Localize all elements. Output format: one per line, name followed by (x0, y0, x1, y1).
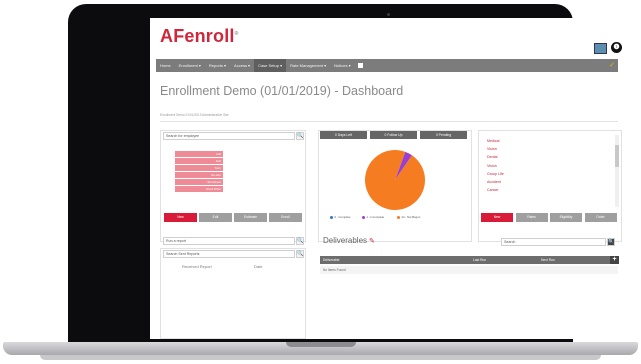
status-tab[interactable]: 0 Days Left (320, 131, 367, 139)
legend-swatch (397, 215, 400, 219)
product-eligibility-button[interactable]: Eligibility (550, 213, 582, 222)
deliverables-search-input[interactable]: Search (501, 238, 606, 246)
check-icon[interactable]: ✓ (609, 61, 615, 69)
legend-item: 24 - Not Begun (397, 215, 420, 219)
employee-enroll-button[interactable]: Enroll (269, 213, 302, 222)
search-sent-reports-button[interactable]: 🔍 (296, 250, 304, 258)
nav-item[interactable]: Case Setup ▾ (254, 59, 287, 72)
employee-action-bar[interactable]: Edit (175, 158, 223, 164)
product-order-button[interactable]: Order (584, 213, 617, 222)
scroll-thumb[interactable] (615, 145, 619, 167)
legend-label: 0 - Complete (334, 215, 351, 219)
employee-action-bar[interactable]: Enrollment (175, 179, 223, 185)
column-last-run: Last Run (470, 256, 538, 264)
laptop-shadow (40, 355, 601, 360)
nav-item[interactable]: Enrollment ▾ (175, 59, 205, 72)
employee-search-button[interactable]: 🔍 (296, 132, 304, 140)
column-date: Date (254, 264, 263, 269)
product-item[interactable]: Accident (487, 180, 501, 184)
presentation-icon[interactable] (594, 43, 607, 54)
laptop-lid: AFenroll® ❶ Home Enrollment ▾ Reports ▾ Acc… (68, 4, 628, 345)
product-item[interactable]: Vision (487, 164, 497, 168)
legend-swatch (362, 215, 365, 219)
divider (160, 121, 618, 122)
laptop-notch (286, 342, 356, 347)
employee-action-bar[interactable]: Re-Hire (175, 172, 223, 178)
screen: AFenroll® ❶ Home Enrollment ▾ Reports ▾ Acc… (150, 18, 628, 339)
nav-item[interactable]: Notices ▾ (330, 59, 354, 72)
product-rates-button[interactable]: Rates (515, 213, 548, 222)
search-sent-reports-input[interactable]: Search Sent Reports (163, 250, 295, 258)
status-tab[interactable]: 0 Pending (420, 131, 467, 139)
edit-icon[interactable]: ✎ (369, 238, 375, 245)
run-report-search-button[interactable]: 🔍 (296, 237, 304, 245)
product-new-button[interactable]: New (481, 213, 513, 222)
page-subtitle: Enrollment Demo 01/01/2019 Administrativ… (160, 113, 229, 117)
column-deliverable: Deliverable (320, 256, 470, 264)
add-deliverable-button[interactable]: + (610, 256, 619, 264)
product-item[interactable]: Group Life (487, 172, 504, 176)
column-next-run: Next Run (538, 256, 610, 264)
product-item[interactable]: Dental (487, 155, 497, 159)
reports-panel (160, 248, 306, 339)
column-received-report: Received Report (182, 264, 212, 269)
employee-estimate-button[interactable]: Estimate (234, 213, 267, 222)
product-item[interactable]: Vision (487, 147, 497, 151)
employee-action-bar[interactable]: Term (175, 165, 223, 171)
pie-slice[interactable] (365, 150, 425, 210)
square-icon[interactable] (357, 63, 363, 68)
employee-action-bar[interactable]: Add (175, 151, 223, 157)
page-title: Enrollment Demo (01/01/2019) - Dashboard (160, 84, 404, 98)
afenroll-logo[interactable]: AFenroll® (160, 26, 239, 47)
nav-item[interactable]: Rate Management ▾ (286, 59, 330, 72)
enrollment-pie-chart (365, 150, 425, 210)
employee-action-bar[interactable]: Enroll Other (175, 186, 223, 192)
product-list-scrollbar[interactable] (615, 135, 619, 207)
deliverables-search-button[interactable]: 🔍 (607, 238, 615, 246)
nav-item[interactable]: Reports ▾ (205, 59, 230, 72)
deliverables-title: Deliverables ✎ (323, 236, 375, 245)
employee-edit-button[interactable]: Edit (199, 213, 232, 222)
legend-item: 0 - Complete (330, 215, 351, 219)
run-report-input[interactable]: Run a report (163, 237, 295, 245)
legend-label: 24 - Not Begun (401, 215, 421, 219)
empty-row: No Items Found (320, 266, 618, 274)
main-nav: Home Enrollment ▾ Reports ▾ Access ▾ Case Se… (156, 59, 618, 72)
product-item[interactable]: Cancer (487, 188, 499, 192)
employee-search-input[interactable]: Search for employee (163, 132, 295, 140)
products-panel (478, 130, 622, 242)
webcam (387, 13, 390, 16)
nav-item[interactable]: Home (156, 59, 175, 72)
legend-item: 1 - Incomplete (362, 215, 384, 219)
employee-new-button[interactable]: New (164, 213, 197, 222)
legend-swatch (330, 215, 333, 219)
legend-label: 1 - Incomplete (366, 215, 385, 219)
product-item[interactable]: Medical (487, 139, 499, 143)
nav-item[interactable]: Access ▾ (230, 59, 254, 72)
status-tab[interactable]: 0 Follow Up (370, 131, 417, 139)
info-icon[interactable]: ❶ (611, 42, 622, 53)
